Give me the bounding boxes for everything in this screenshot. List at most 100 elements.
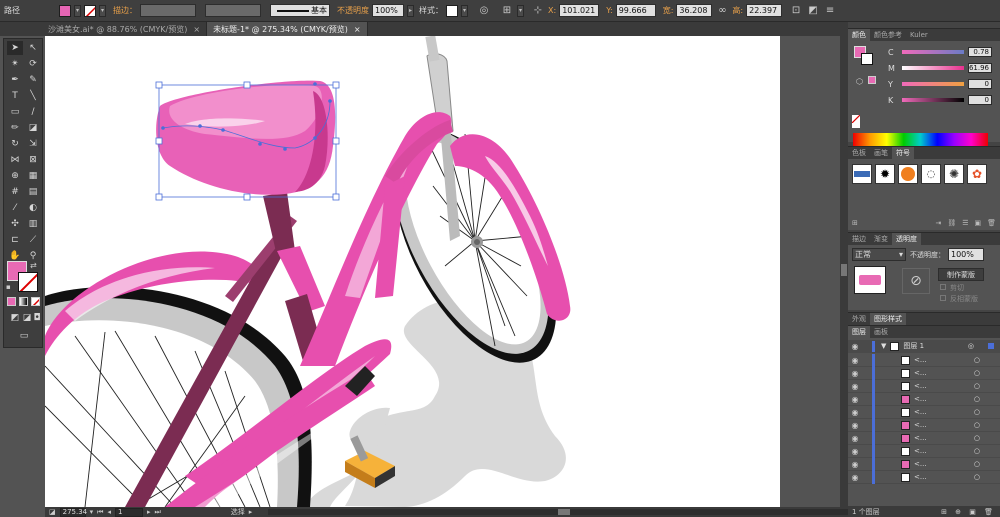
target-icon[interactable]: ◎: [968, 342, 974, 350]
swap-fill-stroke-icon[interactable]: ⇄: [30, 261, 37, 270]
sublayer-name[interactable]: <...: [914, 369, 927, 377]
y-value[interactable]: 0: [968, 79, 992, 89]
panel-menu-icon[interactable]: ≡: [823, 4, 837, 18]
visibility-eye-icon[interactable]: ◉: [848, 395, 862, 404]
perspective-grid-tool-icon[interactable]: ▦: [25, 169, 41, 183]
visibility-eye-icon[interactable]: ◉: [848, 421, 862, 430]
visibility-eye-icon[interactable]: ◉: [848, 408, 862, 417]
selection-indicator[interactable]: [988, 343, 994, 349]
delete-symbol-icon[interactable]: 🗑: [987, 219, 996, 227]
reference-point-icon[interactable]: ⊹: [531, 4, 545, 18]
column-graph-tool-icon[interactable]: ▥: [25, 217, 41, 231]
target-icon[interactable]: ○: [974, 460, 980, 468]
curvature-tool-icon[interactable]: ✎: [25, 73, 41, 87]
shape-builder-tool-icon[interactable]: ⊕: [7, 169, 23, 183]
sublayer-name[interactable]: <...: [914, 421, 927, 429]
symbol-blue-banner[interactable]: [852, 164, 872, 184]
symbol-red-flower[interactable]: ✿: [967, 164, 987, 184]
new-symbol-icon[interactable]: ▣: [974, 219, 981, 227]
opacity-input[interactable]: 100%: [372, 4, 404, 17]
sublayer-name[interactable]: <...: [914, 382, 927, 390]
fill-swatch[interactable]: [59, 4, 71, 17]
target-icon[interactable]: ○: [974, 369, 980, 377]
visibility-eye-icon[interactable]: ◉: [848, 382, 862, 391]
tab-appearance[interactable]: 外观: [848, 313, 870, 325]
pencil-tool-icon[interactable]: ✏: [7, 121, 23, 135]
clip-checkbox[interactable]: [940, 284, 946, 290]
m-value[interactable]: 61.96: [968, 63, 992, 73]
next-page-icon[interactable]: ▸: [147, 508, 151, 516]
sublayer-row[interactable]: ◉ <... ○: [848, 418, 1000, 432]
target-icon[interactable]: ○: [974, 356, 980, 364]
make-mask-button[interactable]: 制作蒙版: [938, 268, 984, 281]
sublayer-name[interactable]: <...: [914, 395, 927, 403]
mesh-tool-icon[interactable]: #: [7, 185, 23, 199]
close-icon[interactable]: ×: [193, 25, 200, 34]
width-tool-icon[interactable]: ⋈: [7, 153, 23, 167]
tab-color[interactable]: 颜色: [848, 29, 870, 41]
variable-width-profile[interactable]: [205, 4, 261, 17]
style-swatch[interactable]: [446, 4, 458, 17]
sublayer-row[interactable]: ◉ <... ○: [848, 379, 1000, 393]
tab-swatches[interactable]: 色板: [848, 147, 870, 159]
stroke-dropdown[interactable]: ▾: [99, 4, 106, 17]
symbol-library-icon[interactable]: ⊞: [852, 219, 858, 227]
y-input[interactable]: 99.666: [615, 4, 656, 17]
type-tool-icon[interactable]: T: [7, 89, 23, 103]
style-dropdown[interactable]: ▾: [461, 4, 468, 17]
sublayer-row[interactable]: ◉ <... ○: [848, 405, 1000, 419]
visibility-eye-icon[interactable]: ◉: [848, 342, 862, 351]
target-icon[interactable]: ○: [974, 447, 980, 455]
blend-mode-select[interactable]: 正常 ▾: [852, 248, 906, 261]
web-color-swatch[interactable]: [868, 76, 876, 84]
horizontal-scrollbar[interactable]: [268, 509, 848, 515]
tab-layers[interactable]: 图层: [848, 326, 870, 338]
slice-tool-icon[interactable]: ⟋: [25, 233, 41, 247]
visibility-eye-icon[interactable]: ◉: [848, 473, 862, 482]
symbol-orange-circle[interactable]: [898, 164, 918, 184]
default-colors-icon[interactable]: ▪: [6, 283, 11, 291]
none-mode-button[interactable]: [31, 297, 40, 306]
tab-color-guide[interactable]: 颜色参考: [870, 29, 906, 41]
visibility-eye-icon[interactable]: ◉: [848, 447, 862, 456]
first-page-icon[interactable]: ⏮: [97, 508, 103, 517]
hscroll-thumb[interactable]: [558, 509, 571, 515]
constrain-link-icon[interactable]: ∞: [715, 4, 729, 18]
status-menu-icon[interactable]: ▸: [249, 508, 253, 516]
h-input[interactable]: 22.397: [746, 4, 783, 17]
sublayer-name[interactable]: <...: [914, 408, 927, 416]
target-icon[interactable]: ○: [974, 421, 980, 429]
target-icon[interactable]: ○: [974, 395, 980, 403]
tab-symbols[interactable]: 符号: [892, 147, 914, 159]
out-of-gamut-icon[interactable]: ⬡: [856, 77, 863, 86]
pasteboard[interactable]: [45, 36, 840, 507]
y-slider[interactable]: [902, 82, 964, 86]
tab-transparency[interactable]: 透明度: [892, 233, 921, 245]
opacity-dropdown[interactable]: ▸: [407, 4, 414, 17]
zoom-dropdown-icon[interactable]: ▾: [90, 508, 94, 516]
tab-kuler[interactable]: Kuler: [906, 29, 932, 41]
target-icon[interactable]: ○: [974, 382, 980, 390]
tab-artboards[interactable]: 画板: [870, 326, 892, 338]
c-slider[interactable]: [902, 50, 964, 54]
none-color-icon[interactable]: [852, 115, 860, 123]
color-mode-button[interactable]: [7, 297, 16, 306]
align-icon[interactable]: ⊞: [500, 4, 514, 18]
symbol-dark-ring[interactable]: ✺: [944, 164, 964, 184]
sublayer-name[interactable]: <...: [914, 447, 927, 455]
visibility-eye-icon[interactable]: ◉: [848, 369, 862, 378]
sublayer-row[interactable]: ◉ <... ○: [848, 444, 1000, 458]
draw-inside-icon[interactable]: ◘: [31, 311, 43, 325]
sublayer-name[interactable]: <...: [914, 356, 927, 364]
stroke-weight-input[interactable]: [140, 4, 196, 17]
expand-triangle-icon[interactable]: ▼: [881, 342, 886, 350]
stroke-color-swatch[interactable]: [18, 272, 38, 292]
tab-stroke[interactable]: 描边: [848, 233, 870, 245]
vertical-scrollbar[interactable]: [840, 36, 848, 507]
zoom-menu-icon[interactable]: ◪: [49, 508, 56, 516]
sublayer-row[interactable]: ◉ <... ○: [848, 392, 1000, 406]
tab-graphic-styles[interactable]: 图形样式: [870, 313, 906, 325]
gradient-tool-icon[interactable]: ▤: [25, 185, 41, 199]
prev-page-icon[interactable]: ◂: [107, 508, 111, 516]
zoom-field[interactable]: 275.34: [59, 507, 87, 517]
